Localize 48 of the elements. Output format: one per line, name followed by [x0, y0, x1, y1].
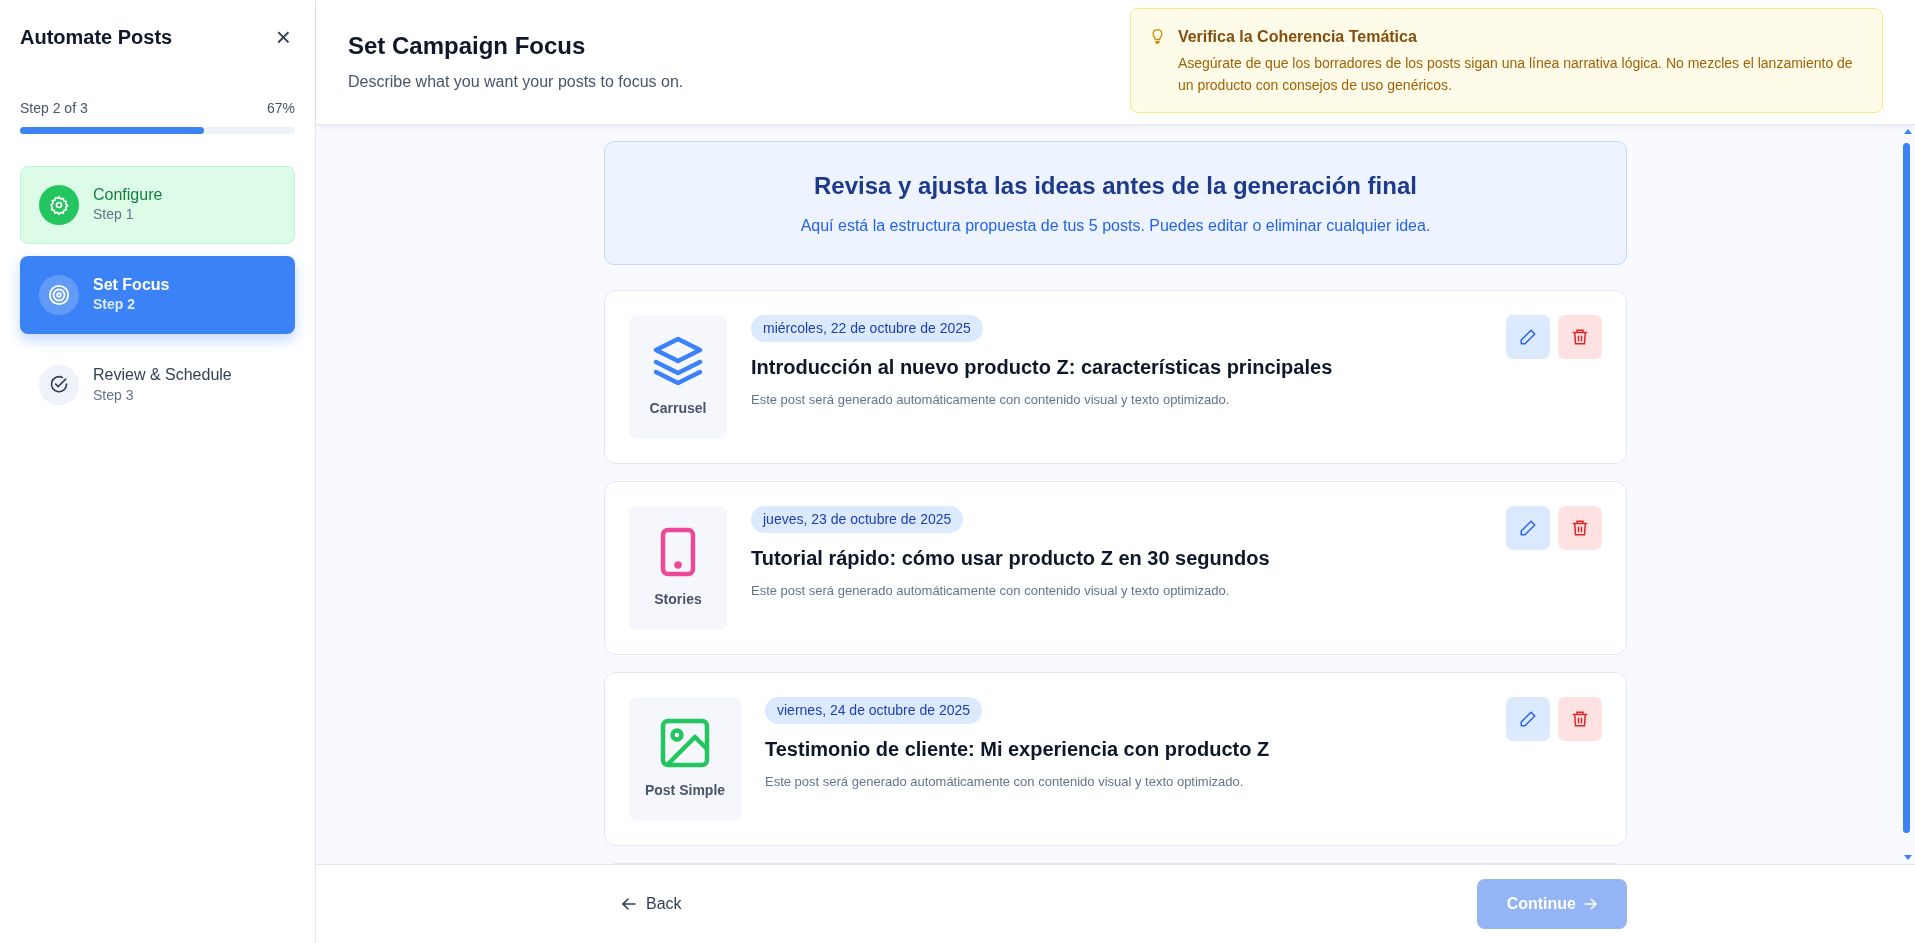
step-item[interactable]: Set Focus Step 2	[20, 256, 295, 335]
image-icon	[660, 717, 710, 768]
trash-icon	[1571, 710, 1589, 728]
banner-text: Aquí está la estructura propuesta de tus 5 posts. Puedes editar o eliminar cualquier idea.	[799, 216, 1432, 236]
step-item[interactable]: Configure Step 1	[20, 166, 295, 245]
banner-title: Revisa y ajusta las ideas antes de la generación final	[813, 171, 1418, 201]
post-type-label: Stories	[654, 589, 702, 609]
post-description: Este post será generado automáticamente con contenido visual y texto optimizado.	[751, 582, 1231, 600]
date-badge: jueves, 23 de octubre de 2025	[751, 506, 964, 533]
progress-percent: 67%	[266, 99, 295, 118]
post-description: Este post será generado automáticamente con contenido visual y texto optimizado.	[765, 773, 1245, 791]
trash-icon	[1571, 519, 1589, 537]
close-button[interactable]: ×	[271, 24, 295, 50]
arrow-left-icon	[622, 898, 636, 910]
date-badge: miércoles, 22 de octubre de 2025	[751, 315, 983, 342]
tip-text: Asegúrate de que los borradores de los posts sigan una línea narrativa lógica. No mezcles el lanzamiento de un producto con consejos de uso genéricos.	[1177, 54, 1854, 95]
post-description: Este post será generado automáticamente con contenido visual y texto optimizado.	[751, 391, 1231, 409]
post-title: Testimonio de cliente: Mi experiencia con producto Z	[765, 737, 1271, 762]
gear-icon	[39, 185, 79, 226]
page-subtitle: Describe what you want your posts to focus on.	[348, 72, 684, 92]
pencil-icon	[1519, 710, 1537, 728]
delete-button[interactable]	[1558, 315, 1602, 359]
post-title: Tutorial rápido: cómo usar producto Z en 30 segundos	[751, 546, 1271, 571]
delete-button[interactable]	[1558, 506, 1602, 550]
edit-button[interactable]	[1506, 315, 1550, 359]
trash-icon	[1571, 328, 1589, 346]
edit-button[interactable]	[1506, 697, 1550, 741]
step-item[interactable]: Review & Schedule Step 3	[20, 346, 295, 425]
arrow-right-icon	[1584, 898, 1597, 910]
date-badge: viernes, 24 de octubre de 2025	[765, 697, 983, 724]
page-title: Set Campaign Focus	[348, 31, 587, 61]
progress-label: Step 2 of 3	[20, 99, 88, 118]
check-circle-icon	[39, 365, 79, 406]
scroll-down-icon[interactable]	[1902, 854, 1914, 862]
sidebar-title: Automate Posts	[20, 25, 173, 49]
phone-icon	[660, 526, 696, 577]
layers-icon	[652, 335, 704, 386]
pencil-icon	[1519, 519, 1537, 537]
delete-button[interactable]	[1558, 697, 1602, 741]
post-type-label: Carrusel	[649, 398, 707, 418]
scroll-up-icon[interactable]	[1902, 127, 1914, 135]
edit-button[interactable]	[1506, 506, 1550, 550]
target-icon	[39, 275, 79, 316]
post-type-label: Post Simple	[644, 780, 726, 800]
post-title: Introducción al nuevo producto Z: características principales	[751, 355, 1334, 380]
back-button[interactable]: Back	[604, 884, 700, 924]
tip-title: Verifica la Coherencia Temática	[1177, 27, 1418, 47]
pencil-icon	[1519, 328, 1537, 346]
